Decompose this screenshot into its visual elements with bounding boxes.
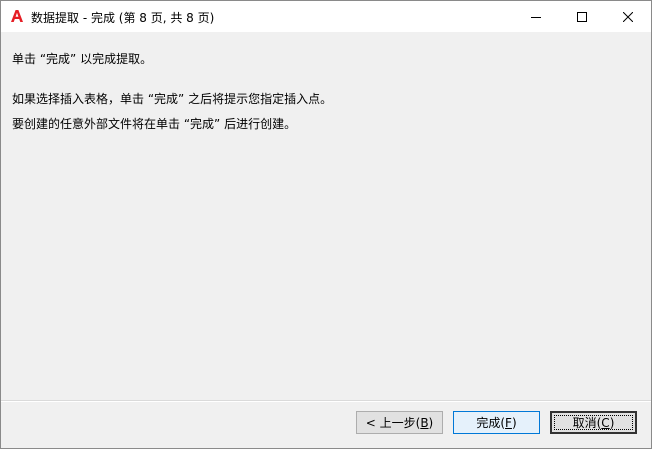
focus-ring bbox=[554, 415, 633, 430]
data-extraction-window: 数据提取 - 完成 (第 8 页, 共 8 页) 单击 “完成” 以完成提取。 … bbox=[0, 0, 652, 449]
back-button-label: < 上一步(B) bbox=[365, 416, 434, 430]
minimize-icon bbox=[531, 16, 541, 18]
autocad-a-icon bbox=[11, 10, 23, 22]
back-button[interactable]: < 上一步(B) bbox=[356, 411, 443, 434]
title-bar[interactable]: 数据提取 - 完成 (第 8 页, 共 8 页) bbox=[1, 1, 651, 32]
instruction-insert-point: 如果选择插入表格，单击 “完成” 之后将提示您指定插入点。 bbox=[12, 92, 333, 106]
footer-divider-highlight bbox=[1, 401, 651, 402]
finish-button[interactable]: 完成(F) bbox=[453, 411, 540, 434]
close-button[interactable] bbox=[605, 1, 651, 32]
cancel-button[interactable]: 取消(C) bbox=[550, 411, 637, 434]
instruction-external-file: 要创建的任意外部文件将在单击 “完成” 后进行创建。 bbox=[12, 117, 297, 131]
maximize-button[interactable] bbox=[559, 1, 605, 32]
minimize-button[interactable] bbox=[513, 1, 559, 32]
instruction-finish: 单击 “完成” 以完成提取。 bbox=[12, 52, 153, 66]
maximize-icon bbox=[577, 11, 587, 22]
window-title: 数据提取 - 完成 (第 8 页, 共 8 页) bbox=[31, 11, 215, 25]
finish-button-label: 完成(F) bbox=[476, 416, 517, 430]
close-icon bbox=[623, 11, 633, 22]
